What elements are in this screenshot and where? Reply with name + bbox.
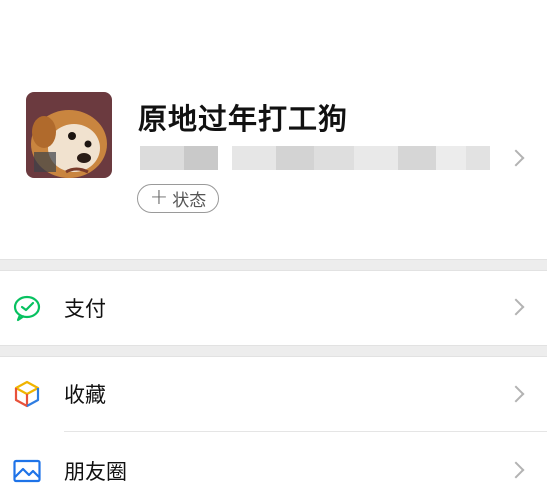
menu-item-label: 收藏 bbox=[64, 383, 106, 407]
chevron-right-icon bbox=[507, 461, 525, 479]
status-button-label: 状态 bbox=[172, 191, 207, 211]
wechat-id-blurred bbox=[140, 141, 490, 175]
profile-card[interactable]: 原地过年打工狗 + 状态 bbox=[0, 0, 547, 259]
menu-item-moments[interactable]: 朋友圈 bbox=[0, 432, 547, 502]
moments-photo-icon bbox=[13, 459, 41, 483]
nickname: 原地过年打工狗 bbox=[138, 102, 349, 136]
chevron-right-icon bbox=[507, 298, 525, 316]
plus-icon: + bbox=[149, 184, 169, 210]
menu-item-label: 支付 bbox=[64, 297, 106, 321]
chevron-right-icon bbox=[507, 149, 525, 167]
section-separator bbox=[0, 345, 547, 357]
menu-item-label: 朋友圈 bbox=[64, 460, 127, 484]
wechat-pay-icon bbox=[13, 295, 41, 322]
chevron-right-icon bbox=[507, 385, 525, 403]
menu-item-favorites[interactable]: 收藏 bbox=[0, 357, 547, 432]
favorites-cube-icon bbox=[14, 380, 40, 408]
add-status-button[interactable]: + 状态 bbox=[137, 184, 219, 213]
avatar[interactable] bbox=[26, 92, 112, 178]
menu-item-pay[interactable]: 支付 bbox=[0, 271, 547, 345]
section-separator bbox=[0, 259, 547, 271]
